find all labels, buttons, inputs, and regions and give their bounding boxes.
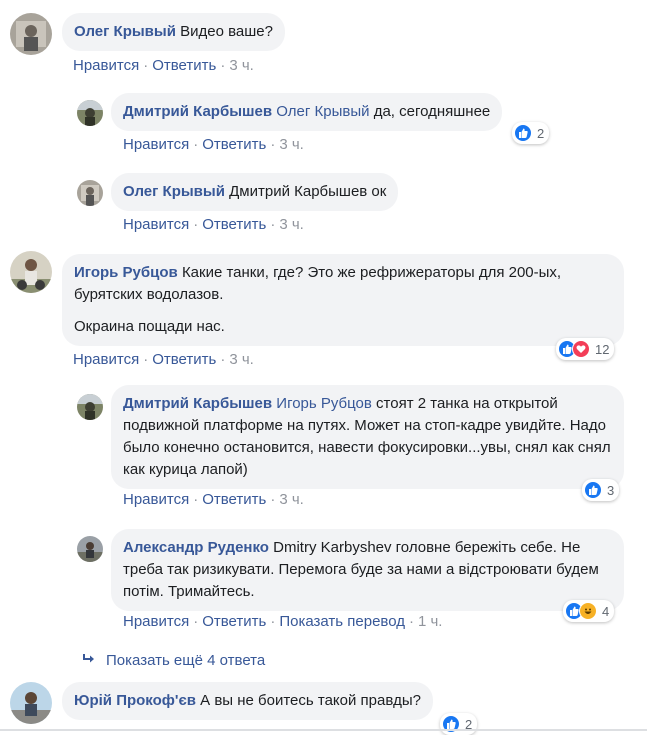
like-reaction-icon [514,124,532,142]
like-reaction-icon [584,481,602,499]
like-link[interactable]: Нравится [123,613,189,630]
mention-link[interactable]: Игорь Рубцов [276,395,372,412]
comment-text-paragraph: Окраина пощади нас. [74,318,225,335]
reaction-count: 12 [595,341,610,357]
haha-reaction-icon [579,602,597,620]
timestamp[interactable]: 3 ч. [279,491,304,508]
separator: · [143,351,149,368]
like-link[interactable]: Нравится [123,491,189,508]
separator: · [270,136,276,153]
separator: · [193,136,199,153]
separator: · [220,57,226,74]
timestamp[interactable]: 3 ч. [229,351,254,368]
comment-author[interactable]: Олег Крывый [74,23,176,40]
like-link[interactable]: Нравится [123,216,189,233]
comment-text: Видео ваше? [180,23,273,40]
comment-author[interactable]: Юрій Прокоф'єв [74,692,196,709]
reply-link[interactable]: Ответить [202,216,266,233]
reaction-count: 2 [537,125,545,141]
comment-author[interactable]: Дмитрий Карбышев [123,103,272,120]
comment-text: да, сегодняшнее [373,103,491,120]
separator: · [270,613,276,630]
avatar[interactable] [77,100,103,126]
timestamp[interactable]: 3 ч. [229,57,254,74]
separator: · [193,216,199,233]
comment-text: Дмитрий Карбышев ок [229,183,387,200]
love-reaction-icon [572,340,590,358]
reply-link[interactable]: Ответить [202,136,266,153]
comment-bubble: Игорь Рубцов Какие танки, где? Это же ре… [62,254,624,346]
reaction-summary[interactable]: 3 [582,479,620,501]
avatar[interactable] [77,180,103,206]
comment-text: А вы не боитесь такой правды? [200,692,422,709]
reaction-summary[interactable]: 2 [440,713,478,735]
like-link[interactable]: Нравится [73,351,139,368]
timestamp[interactable]: 3 ч. [279,216,304,233]
show-more-replies-link[interactable]: Показать ещё 4 ответа [82,652,265,669]
reaction-summary[interactable]: 12 [556,338,615,360]
reply-link[interactable]: Ответить [202,613,266,630]
separator: · [143,57,149,74]
reaction-summary[interactable]: 4 [563,600,615,622]
comment-bubble: Олег Крывый Видео ваше? [62,13,285,51]
comment-actions: Нравится · Ответить · 3 ч. [123,136,304,153]
comment-bubble: Олег Крывый Дмитрий Карбышев ок [111,173,399,211]
comment-actions: Нравится · Ответить · 3 ч. [73,351,254,368]
reply-arrow-icon [82,652,96,669]
reply-link[interactable]: Ответить [152,57,216,74]
comment-actions: Нравится · Ответить · Показать перевод · 1 ч. [123,613,442,630]
separator: · [193,613,199,630]
timestamp[interactable]: 3 ч. [279,136,304,153]
see-translation-link[interactable]: Показать перевод [279,613,405,630]
avatar[interactable] [10,13,52,55]
comment-bubble: Дмитрий Карбышев Игорь Рубцов стоят 2 та… [111,385,624,489]
like-link[interactable]: Нравится [73,57,139,74]
avatar[interactable] [77,536,103,562]
comment-author[interactable]: Олег Крывый [123,183,225,200]
timestamp[interactable]: 1 ч. [418,613,443,630]
avatar[interactable] [10,682,52,724]
separator: · [193,491,199,508]
comment-bubble: Юрій Прокоф'єв А вы не боитесь такой пра… [62,682,434,720]
comment-actions: Нравится · Ответить · 3 ч. [73,57,254,74]
avatar[interactable] [10,251,52,293]
reaction-count: 3 [607,482,615,498]
reaction-summary[interactable]: 2 [512,122,550,144]
show-more-replies-label: Показать ещё 4 ответа [106,652,266,669]
reply-link[interactable]: Ответить [202,491,266,508]
comment-actions: Нравится · Ответить · 3 ч. [123,491,304,508]
comment-bubble: Дмитрий Карбышев Олег Крывый да, сегодня… [111,93,503,131]
comment-author[interactable]: Игорь Рубцов [74,264,178,281]
separator: · [220,351,226,368]
separator: · [270,491,276,508]
like-link[interactable]: Нравится [123,136,189,153]
reaction-count: 4 [602,603,610,619]
separator: · [270,216,276,233]
comment-author[interactable]: Дмитрий Карбышев [123,395,272,412]
comment-author[interactable]: Александр Руденко [123,539,269,556]
avatar[interactable] [77,394,103,420]
separator: · [408,613,414,630]
mention-link[interactable]: Олег Крывый [276,103,369,120]
comment-actions: Нравится · Ответить · 3 ч. [123,216,304,233]
comment-bubble: Александр Руденко Dmitry Karbyshev голов… [111,529,624,611]
reply-link[interactable]: Ответить [152,351,216,368]
